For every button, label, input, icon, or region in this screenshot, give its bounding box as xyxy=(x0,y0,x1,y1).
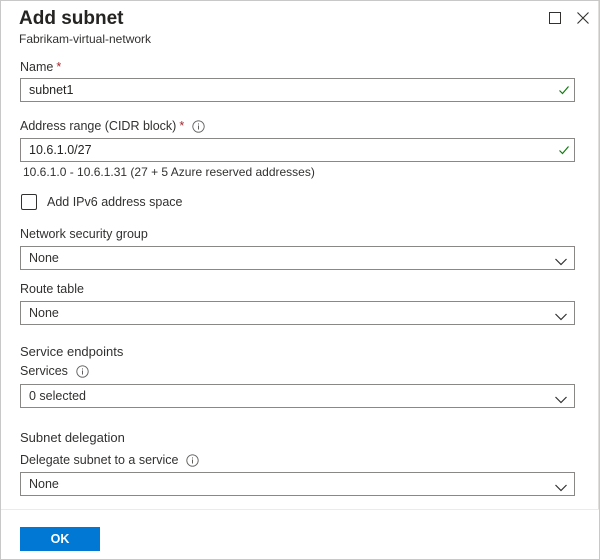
ok-button[interactable]: OK xyxy=(20,527,100,551)
panel-subtitle: Fabrikam-virtual-network xyxy=(19,32,152,46)
panel-title: Add subnet xyxy=(19,8,124,29)
ipv6-checkbox-row[interactable]: Add IPv6 address space xyxy=(21,194,183,210)
services-select[interactable]: 0 selected xyxy=(20,384,575,408)
address-range-field[interactable] xyxy=(20,138,575,162)
scrollbar-track xyxy=(598,1,599,509)
add-subnet-panel: Add subnet Fabrikam-virtual-network Name… xyxy=(0,0,600,560)
services-label: Services xyxy=(20,364,89,378)
name-input[interactable] xyxy=(21,80,574,100)
maximize-icon[interactable] xyxy=(547,10,563,26)
panel-header: Add subnet Fabrikam-virtual-network xyxy=(19,7,151,46)
services-selected-value: 0 selected xyxy=(29,389,86,403)
header-actions xyxy=(547,10,591,26)
nsg-select[interactable]: None xyxy=(20,246,575,270)
panel-footer: OK xyxy=(1,509,599,559)
name-label: Name * xyxy=(20,60,61,74)
delegation-label-text: Delegate subnet to a service xyxy=(20,453,179,467)
address-range-input[interactable] xyxy=(21,140,574,160)
ipv6-checkbox[interactable] xyxy=(21,194,37,210)
required-mark: * xyxy=(179,119,185,133)
name-label-text: Name xyxy=(20,60,54,74)
route-table-select[interactable]: None xyxy=(20,301,575,325)
close-icon[interactable] xyxy=(575,10,591,26)
route-table-selected-value: None xyxy=(29,306,59,320)
nsg-label: Network security group xyxy=(20,227,148,241)
route-table-label: Route table xyxy=(20,282,84,296)
ipv6-checkbox-label: Add IPv6 address space xyxy=(47,195,183,209)
chevron-down-icon xyxy=(555,308,567,326)
chevron-down-icon xyxy=(555,479,567,497)
info-icon[interactable] xyxy=(186,453,200,467)
info-icon[interactable] xyxy=(76,364,89,378)
subnet-delegation-title: Subnet delegation xyxy=(20,430,125,445)
info-icon[interactable] xyxy=(192,119,205,133)
chevron-down-icon xyxy=(555,391,567,409)
chevron-down-icon xyxy=(555,253,567,271)
valid-check-icon xyxy=(558,143,570,161)
delegation-select[interactable]: None xyxy=(20,472,575,496)
delegation-selected-value: None xyxy=(29,477,59,491)
required-mark: * xyxy=(56,60,62,74)
service-endpoints-title: Service endpoints xyxy=(20,344,124,359)
services-label-text: Services xyxy=(20,364,68,378)
nsg-selected-value: None xyxy=(29,251,59,265)
address-range-hint: 10.6.1.0 - 10.6.1.31 (27 + 5 Azure reser… xyxy=(23,165,315,179)
address-range-label-text: Address range (CIDR block) xyxy=(20,119,177,133)
address-range-label: Address range (CIDR block) * xyxy=(20,119,205,133)
name-field[interactable] xyxy=(20,78,575,102)
delegation-label: Delegate subnet to a service xyxy=(20,453,200,467)
valid-check-icon xyxy=(558,83,570,101)
